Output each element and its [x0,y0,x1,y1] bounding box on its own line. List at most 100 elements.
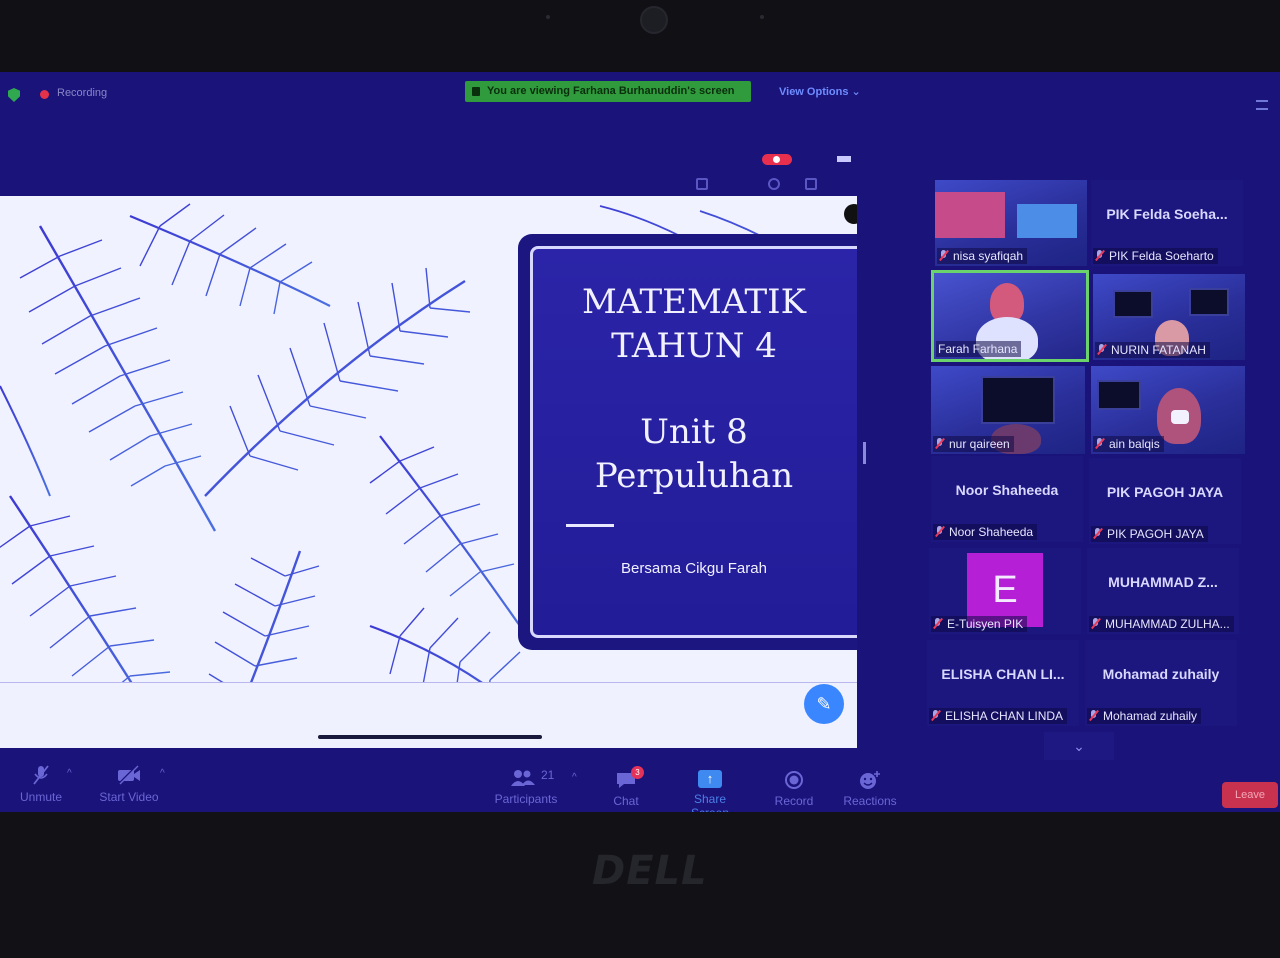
participant-display-name: PIK Felda Soeha... [1106,206,1228,222]
muted-mic-icon [1091,618,1100,629]
slide-title-line2: TAHUN 4 [611,326,777,366]
participant-label: PIK PAGOH JAYA [1091,526,1208,542]
participant-label: nur qaireen [933,436,1014,452]
muted-mic-icon [33,765,49,785]
background-monitor [1097,380,1141,410]
zoom-meeting-window: Recording You are viewing Farhana Burhan… [0,72,1280,820]
gallery-next-page-button[interactable]: ⌄ [1044,732,1114,760]
search-icon [768,178,780,190]
split-view-handle[interactable] [863,442,866,464]
bezel-sensor [760,15,764,19]
participant-tile-pik-felda-soeharto[interactable]: PIK Felda Soeha... PIK Felda Soeharto [1091,180,1243,266]
recording-label: Recording [57,87,108,99]
background-window [1017,204,1077,238]
muted-mic-icon [1095,438,1104,449]
muted-mic-icon [1095,250,1104,261]
participant-tile-farah-farhana[interactable]: Farah Farhana [931,270,1089,362]
participant-count: 21 [541,768,555,782]
webcam [640,6,668,34]
participant-label: PIK Felda Soeharto [1093,248,1218,264]
participant-display-name: Noor Shaheeda [955,482,1059,498]
participant-label: Mohamad zuhaily [1087,708,1202,724]
participant-display-name: Mohamad zuhaily [1102,666,1220,682]
notes-icon [696,178,708,190]
background-monitor [1113,290,1153,318]
share-screen-icon: ↑ [698,770,722,788]
view-options-label: View Options [779,86,849,98]
chevron-down-icon: ⌄ [1073,738,1085,754]
muted-mic-icon [931,710,940,721]
participant-label: NURIN FATANAH [1095,342,1210,358]
participant-label: nisa syafiqah [937,248,1028,264]
slide-subtitle: Bersama Cikgu Farah [621,560,767,577]
participant-display-name: PIK PAGOH JAYA [1106,484,1224,500]
pencil-icon: ✎ [816,694,832,714]
screen-share-banner: You are viewing Farhana Burhanuddin's sc… [465,81,751,102]
muted-mic-icon [1093,528,1102,539]
participant-label: E-Tuisyen PIK [931,616,1028,632]
record-icon [785,771,803,789]
muted-mic-icon [935,526,944,537]
muted-mic-icon [933,618,942,629]
participant-tile-elisha-chan-linda[interactable]: ELISHA CHAN LI... ELISHA CHAN LINDA [927,640,1079,726]
shared-screen: MATEMATIK TAHUN 4 Unit 8 Perpuluhan Bers… [0,196,857,748]
slide-divider [566,524,614,527]
battery-icon [837,156,851,162]
record-button[interactable]: Record [772,770,816,808]
slide-unit-line2: Perpuluhan [594,456,794,496]
participant-display-name: ELISHA CHAN LI... [941,666,1065,682]
muted-mic-icon [935,438,944,449]
muted-mic-icon [939,250,948,261]
unmute-label: Unmute [19,790,63,804]
recording-indicator-icon [40,90,49,99]
participants-icon [511,770,535,786]
background-monitor [1189,288,1229,316]
face-mask [1171,410,1189,424]
participant-tile-ain-balqis[interactable]: ain balqis [1091,366,1245,454]
slide-title-line1: MATEMATIK [581,282,807,322]
audio-options-caret-icon[interactable]: ^ [67,768,72,779]
start-video-button[interactable]: Start Video [96,764,162,804]
chat-label: Chat [613,794,639,808]
slide-unit-line1: Unit 8 [640,412,748,452]
slide-corner-button [844,204,857,224]
record-label: Record [774,794,814,808]
home-indicator [318,735,542,739]
participant-tile-pik-pagoh-jaya[interactable]: PIK PAGOH JAYA PIK PAGOH JAYA [1089,458,1241,544]
chat-unread-badge: 3 [631,766,644,779]
participant-tile-muhammad-zulha[interactable]: MUHAMMAD Z... MUHAMMAD ZULHA... [1087,548,1239,634]
leave-button[interactable]: Leave [1222,782,1278,808]
reactions-smiley-icon [860,771,880,789]
participant-label: ELISHA CHAN LINDA [929,708,1068,724]
dell-logo: DELL [592,848,708,894]
video-options-caret-icon[interactable]: ^ [160,768,165,779]
participants-caret-icon[interactable]: ^ [572,772,577,783]
background-poster [935,192,1005,238]
participant-tile-nurin-fatanah[interactable]: NURIN FATANAH [1093,274,1245,360]
start-video-label: Start Video [99,790,159,804]
participant-tile-e-tuisyen-pik[interactable]: E E-Tuisyen PIK [929,548,1081,634]
participant-tile-nisa-syafiqah[interactable]: nisa syafiqah [935,180,1087,266]
export-icon [805,178,817,190]
chevron-down-icon: ⌄ [851,86,861,98]
participant-tile-nur-qaireen[interactable]: nur qaireen [931,366,1085,454]
security-shield-icon[interactable] [8,88,20,102]
reactions-button[interactable]: Reactions [842,770,898,808]
video-off-icon [118,765,140,785]
muted-mic-icon [1089,710,1098,721]
share-banner-text: You are viewing Farhana Burhanuddin's sc… [487,85,735,97]
bezel-sensor [546,15,550,19]
annotate-pencil-button[interactable]: ✎ [804,684,844,724]
gallery-view-icon[interactable] [1256,100,1268,110]
participant-tile-mohamad-zuhaily[interactable]: Mohamad zuhaily Mohamad zuhaily [1085,640,1237,726]
slide-unit-heading: Unit 8 Perpuluhan [560,410,828,498]
unmute-button[interactable]: Unmute [14,764,68,804]
view-options-button[interactable]: View Options ⌄ [779,85,861,98]
reactions-label: Reactions [843,794,897,808]
participant-tile-noor-shaheeda[interactable]: Noor Shaheeda Noor Shaheeda [931,456,1083,542]
participant-label: ain balqis [1093,436,1164,452]
background-monitor [981,376,1055,424]
participant-label: Noor Shaheeda [933,524,1038,540]
share-screen-icon [472,87,480,96]
participant-display-name: MUHAMMAD Z... [1108,574,1218,590]
